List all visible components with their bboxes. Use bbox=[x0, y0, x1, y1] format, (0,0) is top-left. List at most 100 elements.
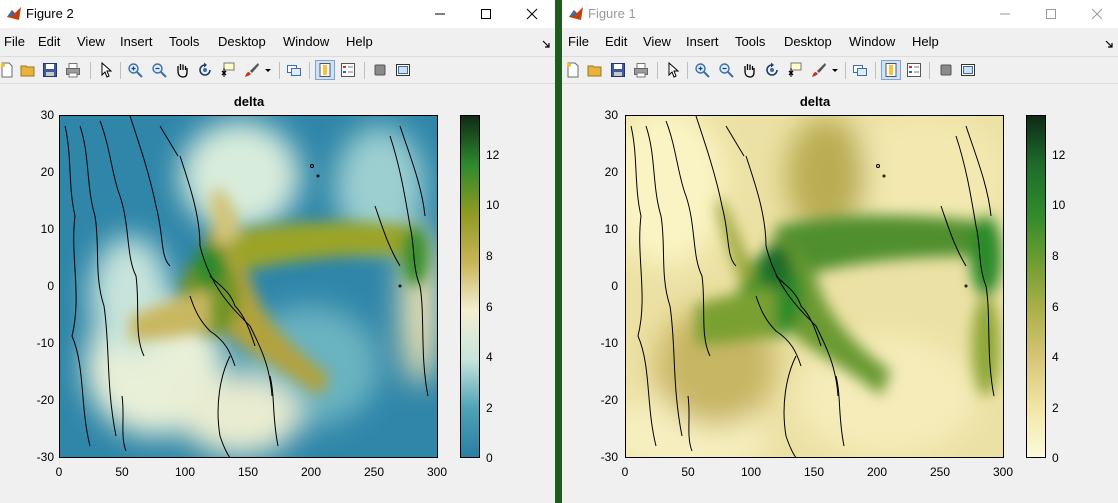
colorbar-tick-label: 10 bbox=[486, 198, 500, 212]
new-figure-icon[interactable] bbox=[564, 61, 582, 79]
menu-insert[interactable]: Insert bbox=[120, 34, 153, 49]
link-icon[interactable] bbox=[851, 61, 869, 79]
toolbar-separator bbox=[929, 62, 930, 79]
y-tick-label: -20 bbox=[600, 393, 618, 407]
map-plot-area[interactable] bbox=[59, 115, 438, 458]
hide-tools-icon[interactable] bbox=[937, 61, 955, 79]
open-file-icon[interactable] bbox=[586, 61, 604, 79]
x-tick-label: 150 bbox=[237, 465, 259, 479]
close-button[interactable] bbox=[509, 0, 555, 28]
dock-icon[interactable] bbox=[394, 61, 412, 79]
x-tick-label: 150 bbox=[803, 465, 825, 479]
title-bar[interactable]: Figure 2 bbox=[0, 0, 555, 28]
figure-window-2[interactable]: Figure 2 File Edit View Insert Tools Des… bbox=[0, 0, 555, 503]
hide-tools-icon[interactable] bbox=[371, 61, 389, 79]
x-tick-label: 100 bbox=[740, 465, 762, 479]
menu-file[interactable]: File bbox=[4, 34, 25, 49]
minimize-button[interactable] bbox=[417, 0, 463, 28]
menu-tools[interactable]: Tools bbox=[735, 34, 765, 49]
menu-desktop[interactable]: Desktop bbox=[218, 34, 266, 49]
rotate-icon[interactable] bbox=[196, 61, 214, 79]
menu-file[interactable]: File bbox=[568, 34, 589, 49]
data-cursor-icon[interactable] bbox=[786, 61, 804, 79]
menu-view[interactable]: View bbox=[77, 34, 105, 49]
map-plot-area[interactable] bbox=[625, 115, 1004, 458]
brush-dropdown-icon[interactable] bbox=[830, 61, 840, 79]
zoom-out-icon[interactable] bbox=[150, 61, 168, 79]
colorbar-icon[interactable] bbox=[881, 60, 901, 80]
x-tick-label: 300 bbox=[426, 465, 448, 479]
y-tick-label: 20 bbox=[40, 165, 54, 179]
maximize-button[interactable] bbox=[463, 0, 509, 28]
menu-help[interactable]: Help bbox=[346, 34, 373, 49]
legend-icon[interactable] bbox=[339, 61, 357, 79]
close-button[interactable] bbox=[1074, 0, 1118, 28]
toolbar-separator bbox=[309, 62, 310, 79]
y-tick-label: 0 bbox=[611, 279, 618, 293]
x-tick-label: 200 bbox=[866, 465, 888, 479]
menu-insert[interactable]: Insert bbox=[686, 34, 719, 49]
zoom-in-icon[interactable] bbox=[693, 61, 711, 79]
new-figure-icon[interactable] bbox=[0, 61, 16, 79]
save-icon[interactable] bbox=[41, 61, 59, 79]
maximize-button[interactable] bbox=[1028, 0, 1074, 28]
pointer-icon[interactable] bbox=[664, 61, 682, 79]
brush-icon[interactable] bbox=[243, 61, 261, 79]
menu-help[interactable]: Help bbox=[912, 34, 939, 49]
menu-desktop[interactable]: Desktop bbox=[784, 34, 832, 49]
colorbar-tick-label: 10 bbox=[1052, 198, 1066, 212]
data-cursor-icon[interactable] bbox=[219, 61, 237, 79]
open-file-icon[interactable] bbox=[19, 61, 37, 79]
menu-dock-arrow-icon[interactable] bbox=[542, 36, 551, 54]
menu-edit[interactable]: Edit bbox=[605, 34, 627, 49]
colorbar-tick-label: 4 bbox=[486, 350, 493, 364]
colorbar-tick-label: 0 bbox=[1052, 451, 1059, 465]
title-bar[interactable]: Figure 1 bbox=[562, 0, 1118, 28]
colorbar[interactable] bbox=[460, 115, 480, 458]
x-tick-label: 250 bbox=[363, 465, 385, 479]
menu-view[interactable]: View bbox=[643, 34, 671, 49]
matlab-icon bbox=[568, 6, 584, 22]
colorbar-icon[interactable] bbox=[315, 60, 335, 80]
print-icon[interactable] bbox=[632, 61, 650, 79]
colorbar-tick-label: 8 bbox=[486, 249, 493, 263]
menu-edit[interactable]: Edit bbox=[38, 34, 60, 49]
zoom-out-icon[interactable] bbox=[717, 61, 735, 79]
menu-dock-arrow-icon[interactable] bbox=[1105, 36, 1114, 54]
print-icon[interactable] bbox=[64, 61, 82, 79]
minimize-icon bbox=[435, 13, 445, 15]
link-icon[interactable] bbox=[285, 61, 303, 79]
save-icon[interactable] bbox=[609, 61, 627, 79]
colorbar-tick-label: 2 bbox=[486, 401, 493, 415]
window-title: Figure 2 bbox=[26, 6, 74, 21]
minimize-icon bbox=[1000, 13, 1010, 15]
zoom-in-icon[interactable] bbox=[126, 61, 144, 79]
x-tick-label: 200 bbox=[300, 465, 322, 479]
colorbar-tick-label: 6 bbox=[1052, 300, 1059, 314]
rotate-icon[interactable] bbox=[763, 61, 781, 79]
pointer-icon[interactable] bbox=[97, 61, 115, 79]
dock-icon[interactable] bbox=[959, 61, 977, 79]
brush-icon[interactable] bbox=[810, 61, 828, 79]
matlab-icon bbox=[6, 6, 22, 22]
pan-icon[interactable] bbox=[740, 61, 758, 79]
y-tick-label: 0 bbox=[47, 279, 54, 293]
menu-tools[interactable]: Tools bbox=[169, 34, 199, 49]
y-tick-label: 30 bbox=[604, 108, 618, 122]
colorbar[interactable] bbox=[1026, 115, 1046, 458]
legend-icon[interactable] bbox=[905, 61, 923, 79]
figure-window-1[interactable]: Figure 1 File Edit View Insert Tools Des… bbox=[562, 0, 1118, 503]
y-tick-label: -30 bbox=[36, 450, 54, 464]
menu-window[interactable]: Window bbox=[283, 34, 329, 49]
toolbar-separator bbox=[120, 62, 121, 79]
x-tick-label: 250 bbox=[929, 465, 951, 479]
pan-icon[interactable] bbox=[173, 61, 191, 79]
maximize-icon bbox=[481, 9, 491, 19]
y-tick-label: -10 bbox=[600, 336, 618, 350]
toolbar-separator bbox=[875, 62, 876, 79]
window-title: Figure 1 bbox=[588, 6, 636, 21]
minimize-button[interactable] bbox=[982, 0, 1028, 28]
brush-dropdown-icon[interactable] bbox=[263, 61, 273, 79]
menu-window[interactable]: Window bbox=[849, 34, 895, 49]
delta-field-map bbox=[60, 116, 437, 457]
